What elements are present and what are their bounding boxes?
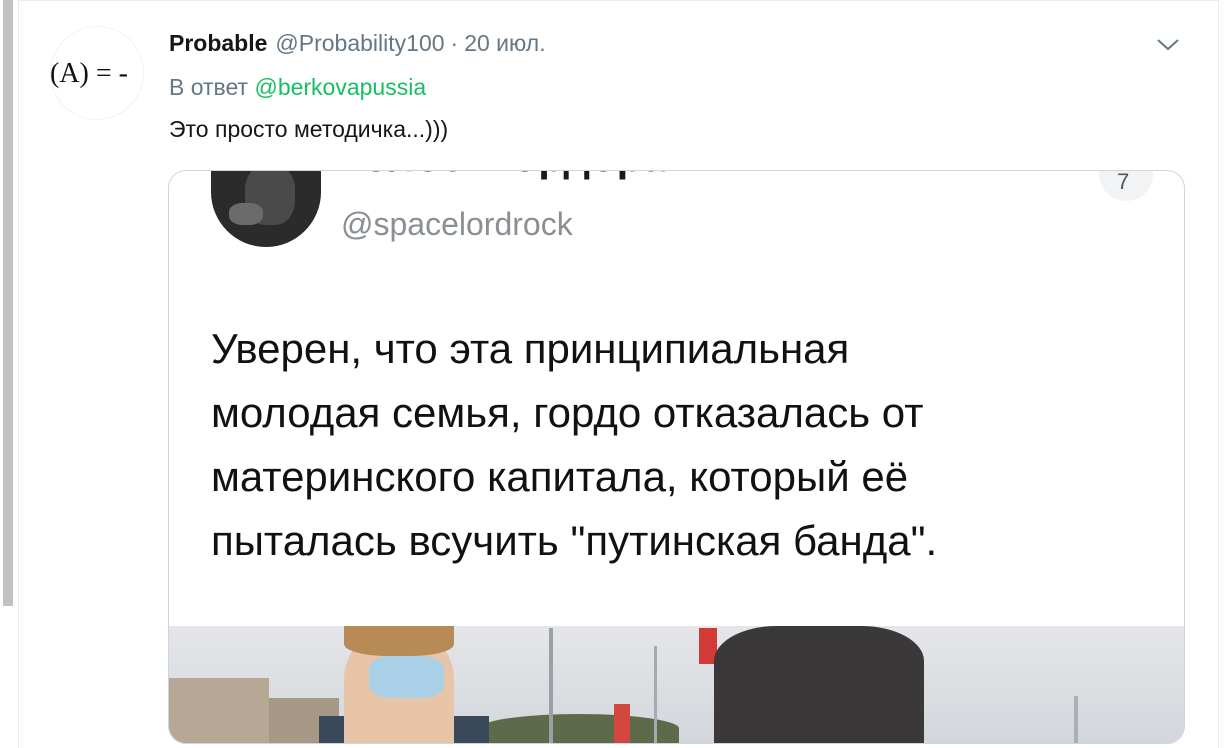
photo-building (169, 678, 269, 743)
scrollbar-track[interactable] (0, 0, 16, 748)
reply-prefix: В ответ (169, 74, 249, 100)
tweet-divider (18, 0, 1219, 1)
chevron-down-icon[interactable] (1153, 32, 1183, 56)
display-name[interactable]: Probable (169, 30, 267, 57)
avatar-hand (229, 203, 263, 225)
quoted-badge-char: 7 (1117, 170, 1130, 194)
avatar[interactable]: (A) = - (50, 26, 144, 120)
photo-hair (344, 626, 454, 656)
quoted-author-avatar (211, 171, 321, 247)
reply-context: В ответ @berkovapussia (169, 74, 426, 101)
quoted-text: Уверен, что эта принципиальная молодая с… (211, 325, 938, 564)
photo-pole (654, 646, 657, 743)
feed-right-border (1218, 0, 1219, 748)
photo-flag (614, 704, 630, 743)
quoted-photo (169, 626, 1184, 743)
quoted-author-handle: @spacelordrock (341, 206, 573, 242)
quoted-badge: 7 (1099, 170, 1153, 201)
photo-pole (549, 628, 553, 743)
photo-statue (714, 626, 924, 743)
scrollbar-thumb[interactable] (3, 0, 13, 606)
tweet-date[interactable]: 20 июл. (464, 30, 545, 57)
reply-to-link[interactable]: @berkovapussia (254, 74, 426, 100)
feed-left-border (18, 0, 19, 748)
photo-face-mask (369, 656, 444, 698)
photo-pole (1074, 696, 1078, 743)
user-handle[interactable]: @Probability100 (275, 30, 444, 57)
avatar-text: (A) = - (50, 58, 128, 89)
tweet-media-image[interactable]: Голос Мордора 7 @spacelordrock Уверен, ч… (168, 170, 1185, 744)
tweet-text: Это просто методичка...))) (169, 116, 449, 142)
quoted-author-name: Голос Мордора (341, 171, 667, 181)
photo-trees (479, 714, 679, 743)
separator-dot: · (450, 30, 459, 56)
tweet-header: Probable @Probability100 · 20 июл. (169, 30, 546, 60)
